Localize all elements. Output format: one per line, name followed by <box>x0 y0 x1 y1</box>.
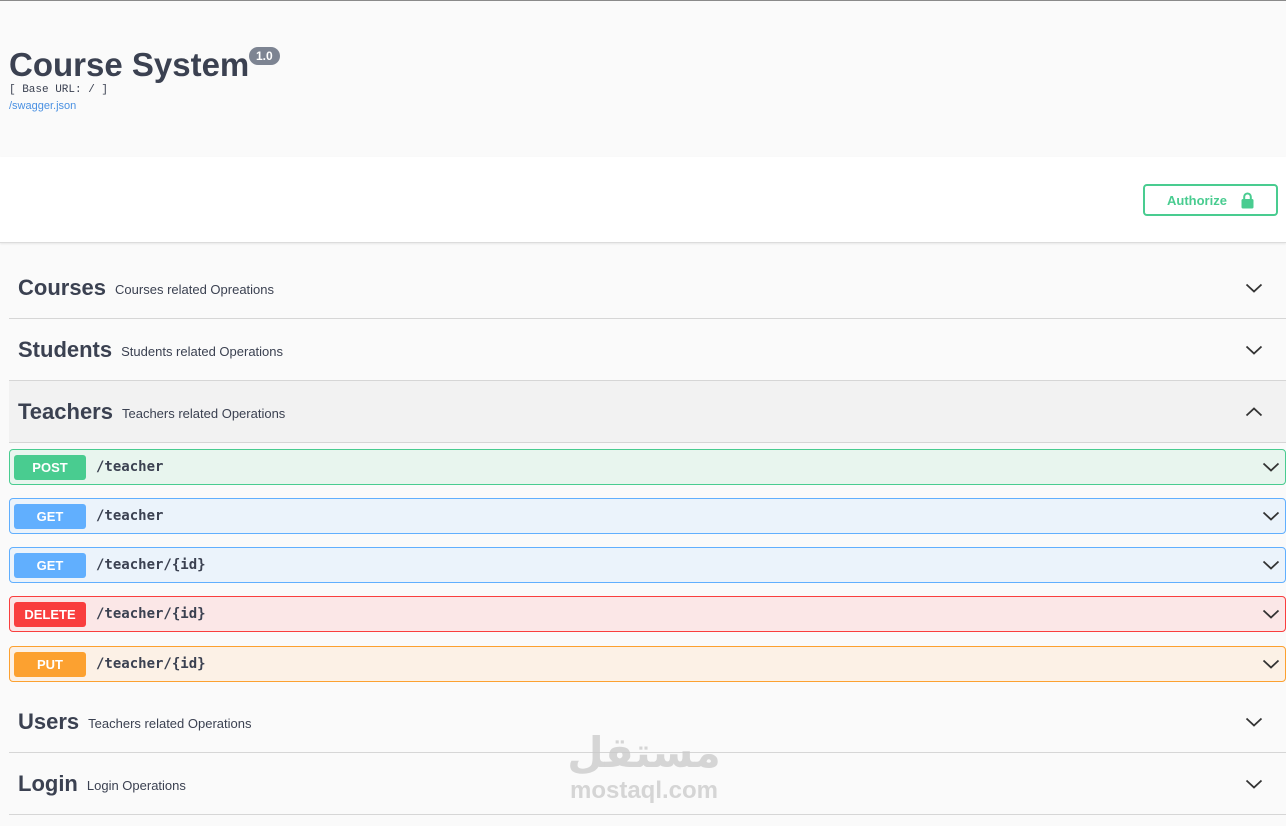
method-badge: GET <box>14 503 86 529</box>
operation-get-teacher-id[interactable]: GET /teacher/{id} <box>9 547 1286 583</box>
tag-section-teachers[interactable]: Teachers Teachers related Operations <box>9 381 1286 443</box>
chevron-down-icon[interactable] <box>1244 712 1264 732</box>
operation-path: /teacher/{id} <box>96 606 206 622</box>
operation-post-teacher[interactable]: POST /teacher <box>9 449 1286 485</box>
tag-description: Teachers related Operations <box>88 715 252 731</box>
watermark-arabic: مستقل <box>567 728 721 777</box>
chevron-down-icon[interactable] <box>1261 555 1281 575</box>
chevron-down-icon[interactable] <box>1244 278 1264 298</box>
tag-section-courses[interactable]: Courses Courses related Opreations <box>9 257 1286 319</box>
chevron-down-icon[interactable] <box>1261 654 1281 674</box>
method-badge: POST <box>14 454 86 480</box>
tag-name: Login <box>18 770 78 796</box>
operation-delete-teacher-id[interactable]: DELETE /teacher/{id} <box>9 596 1286 632</box>
tag-name: Users <box>18 708 80 734</box>
mostaql-watermark: مستقل mostaql.com <box>560 728 728 804</box>
chevron-down-icon[interactable] <box>1261 604 1281 624</box>
method-badge: PUT <box>14 651 86 677</box>
chevron-down-icon[interactable] <box>1244 774 1264 794</box>
page-title: Course System <box>9 46 250 83</box>
operation-path: /teacher <box>96 508 164 524</box>
chevron-down-icon[interactable] <box>1261 506 1281 526</box>
method-badge: GET <box>14 552 86 578</box>
lock-icon <box>1241 192 1254 208</box>
tag-name: Students <box>18 336 113 362</box>
scheme-container: Authorize <box>0 157 1286 243</box>
version-badge: 1.0 <box>249 47 280 65</box>
tag-section-students[interactable]: Students Students related Operations <box>9 319 1286 381</box>
operation-get-teacher[interactable]: GET /teacher <box>9 498 1286 534</box>
operation-path: /teacher <box>96 459 164 475</box>
chevron-down-icon[interactable] <box>1261 457 1281 477</box>
watermark-latin: mostaql.com <box>569 777 719 804</box>
operation-put-teacher-id[interactable]: PUT /teacher/{id} <box>9 646 1286 682</box>
tag-description: Courses related Opreations <box>115 281 275 297</box>
swagger-json-link[interactable]: /swagger.json <box>9 100 76 112</box>
operation-path: /teacher/{id} <box>96 557 206 573</box>
tag-name: Teachers <box>18 398 113 424</box>
method-badge: DELETE <box>14 601 86 627</box>
base-url-text: [ Base URL: / ] <box>9 84 109 96</box>
authorize-button[interactable]: Authorize <box>1143 184 1278 216</box>
info-section: Course System 1.0 [ Base URL: / ] /swagg… <box>0 1 1286 157</box>
authorize-label: Authorize <box>1167 192 1227 208</box>
tag-description: Teachers related Operations <box>121 405 286 421</box>
tag-name: Courses <box>18 274 107 300</box>
tag-description: Login Operations <box>86 777 186 793</box>
chevron-up-icon[interactable] <box>1244 402 1264 422</box>
chevron-down-icon[interactable] <box>1244 340 1264 360</box>
tag-description: Students related Operations <box>121 343 284 359</box>
operation-path: /teacher/{id} <box>96 656 206 672</box>
